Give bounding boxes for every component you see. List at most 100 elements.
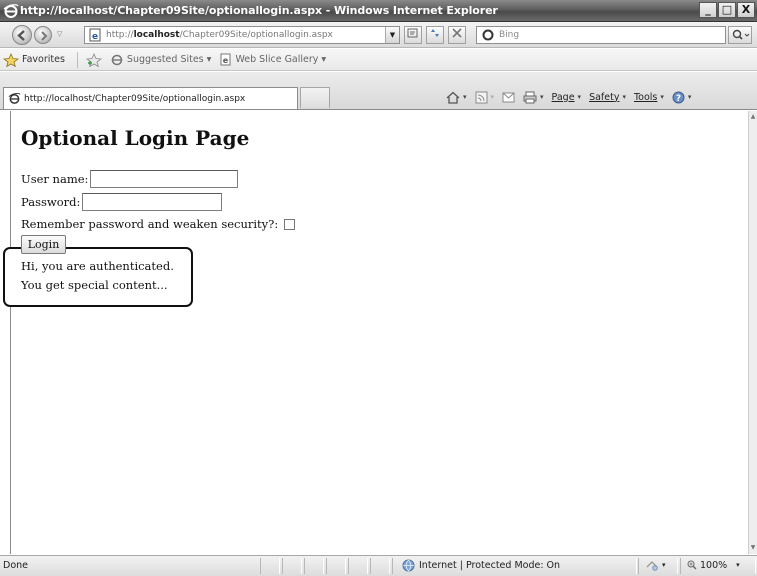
suggested-sites-label: Suggested Sites ▾ [126, 54, 212, 65]
compatibility-button[interactable] [404, 26, 422, 44]
minimize-button[interactable]: _ [699, 2, 717, 18]
home-button[interactable]: ▾ [446, 91, 467, 104]
print-dropdown-icon[interactable]: ▾ [540, 93, 544, 101]
status-pane [326, 558, 346, 574]
search-button[interactable] [728, 26, 752, 44]
safety-menu[interactable]: Safety ▾ [589, 92, 626, 103]
refresh-button[interactable] [426, 26, 444, 44]
scroll-up-icon[interactable]: ▲ [749, 113, 757, 121]
add-to-favorites-button[interactable] [85, 52, 102, 67]
tools-menu[interactable]: Tools ▾ [634, 92, 664, 103]
highlight-callout [3, 247, 193, 307]
shield-icon [646, 561, 658, 571]
security-zone-label: Internet | Protected Mode: On [419, 560, 561, 571]
status-pane [348, 558, 368, 574]
stop-button[interactable] [448, 26, 466, 44]
web-slice-gallery-link[interactable]: e Web Slice Gallery ▾ [219, 53, 326, 66]
add-favorite-icon [85, 52, 102, 67]
help-dropdown-icon[interactable]: ▾ [688, 93, 692, 101]
url-host: localhost [133, 30, 180, 40]
navigation-bar: ▽ e http://localhost/Chapter09Site/optio… [0, 22, 757, 48]
address-dropdown-button[interactable]: ▼ [385, 27, 399, 43]
username-input[interactable] [90, 170, 239, 188]
security-zone[interactable]: Internet | Protected Mode: On [402, 559, 560, 572]
page-title: Optional Login Page [21, 126, 250, 150]
status-pane [260, 558, 280, 574]
tab-title: http://localhost/Chapter09Site/optionall… [24, 93, 246, 104]
zoom-button[interactable]: 100% ▾ [686, 559, 740, 571]
close-button[interactable]: X [737, 2, 755, 18]
command-bar: ▾ ▾ ▾ Page ▾ Safety ▾ Tools ▾ ? ▾ [446, 88, 699, 106]
zoom-icon [687, 560, 697, 570]
search-box[interactable]: Bing [476, 26, 726, 44]
safety-menu-label: Safety [589, 91, 620, 103]
print-button[interactable]: ▾ [523, 91, 544, 104]
home-icon [446, 91, 460, 104]
auth-message: Hi, you are authenticated. [21, 259, 174, 273]
maximize-button[interactable]: □ [718, 2, 736, 18]
suggested-sites-link[interactable]: Suggested Sites ▾ [110, 53, 212, 67]
status-bar: Done Internet | Protected Mode: On ▾ 100… [0, 555, 757, 576]
title-bar: http://localhost/Chapter09Site/optionall… [0, 0, 757, 22]
help-button[interactable]: ? ▾ [672, 91, 692, 104]
home-dropdown-icon[interactable]: ▾ [463, 93, 467, 101]
special-content-message: You get special content... [21, 278, 168, 292]
back-icon [17, 30, 25, 41]
status-pane [282, 558, 302, 574]
tab-current[interactable]: http://localhost/Chapter09Site/optionall… [3, 87, 298, 109]
back-button[interactable] [12, 25, 32, 45]
page-menu[interactable]: Page ▾ [552, 92, 582, 103]
chevron-down-icon: ▾ [622, 93, 626, 101]
favorites-label: Favorites [22, 54, 65, 65]
forward-icon [41, 31, 48, 41]
status-pane [304, 558, 324, 574]
window-title: http://localhost/Chapter09Site/optionall… [20, 4, 498, 17]
address-bar[interactable]: e http://localhost/Chapter09Site/optiona… [84, 26, 400, 44]
refresh-icon [431, 29, 439, 37]
url-path: /Chapter09Site/optionallogin.aspx [179, 30, 333, 40]
divider [76, 51, 78, 68]
chevron-down-icon: ▾ [736, 561, 740, 569]
page-icon: e [89, 28, 101, 42]
feeds-button[interactable]: ▾ [475, 91, 495, 104]
remember-checkbox[interactable] [284, 218, 296, 230]
remember-label: Remember password and weaken security?: [21, 217, 279, 231]
scroll-down-icon[interactable]: ▼ [749, 544, 757, 552]
password-row: Password: [21, 193, 223, 211]
username-label: User name: [21, 172, 89, 186]
bing-icon [482, 29, 494, 41]
read-mail-button[interactable] [502, 92, 515, 103]
page-content: Optional Login Page User name: Password:… [3, 111, 748, 554]
svg-text:?: ? [676, 94, 681, 104]
url-prefix: http:// [106, 30, 134, 40]
forward-button[interactable] [34, 26, 52, 44]
svg-text:e: e [92, 32, 98, 42]
search-placeholder: Bing [499, 30, 520, 40]
password-label: Password: [21, 195, 81, 209]
star-icon [3, 52, 19, 67]
ie-icon [8, 93, 21, 104]
username-row: User name: [21, 170, 239, 188]
chevron-down-icon: ▾ [660, 93, 664, 101]
globe-icon [402, 559, 415, 572]
favorites-bar: Favorites Suggested Sites ▾ e Web Slice … [0, 49, 757, 71]
svg-text:e: e [223, 56, 229, 65]
vertical-scrollbar[interactable]: ▲ ▼ [748, 111, 757, 554]
password-input[interactable] [82, 193, 223, 211]
web-slice-gallery-label: Web Slice Gallery ▾ [235, 54, 327, 65]
status-text: Done [3, 560, 28, 571]
zoom-level: 100% [700, 559, 728, 571]
address-url[interactable]: http://localhost/Chapter09Site/optionall… [106, 30, 333, 40]
favorites-button[interactable]: Favorites [3, 52, 65, 67]
chevron-down-icon: ▾ [577, 93, 582, 101]
login-button[interactable]: Login [21, 235, 66, 254]
feeds-icon [475, 91, 488, 103]
ie-page-icon [111, 54, 123, 65]
feeds-dropdown-icon[interactable]: ▾ [491, 93, 495, 101]
search-icon [732, 29, 750, 40]
status-pane [370, 558, 390, 574]
protected-mode-button[interactable]: ▾ [645, 559, 666, 571]
history-dropdown-icon[interactable]: ▽ [57, 30, 62, 38]
new-tab-button[interactable] [300, 87, 330, 108]
mail-icon [502, 92, 515, 102]
